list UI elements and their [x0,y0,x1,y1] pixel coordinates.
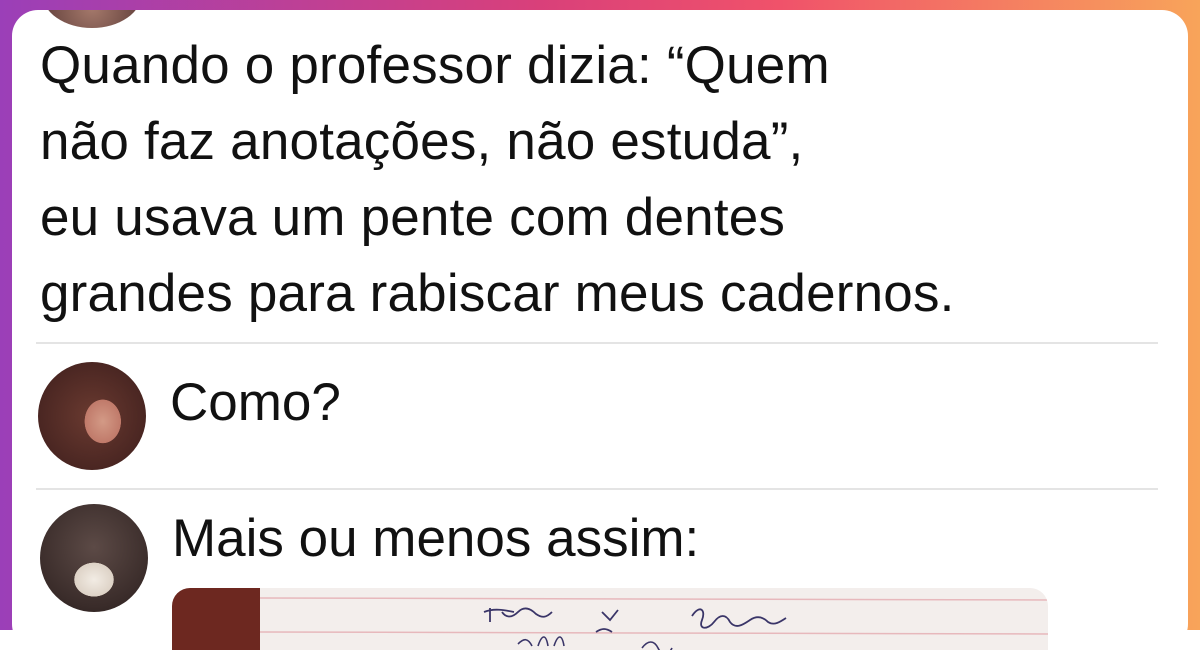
commenter-avatar[interactable] [38,362,146,470]
divider [36,342,1158,344]
scribble-lines [259,597,1048,650]
post-text: Quando o professor dizia: “Quem não faz … [40,28,955,332]
post-text-line: não faz anotações, não estuda”, [40,112,804,171]
notebook-photo[interactable] [172,588,1048,650]
author-avatar[interactable] [42,10,142,28]
divider [36,488,1158,490]
post-text-line: Quando o professor dizia: “Quem [40,36,830,95]
comment-text: Mais ou menos assim: [172,509,700,568]
post-text-line: eu usava um pente com dentes [40,188,786,247]
post-text-line: grandes para rabiscar meus cadernos. [40,264,955,323]
commenter-avatar[interactable] [40,504,148,612]
post-card: Quando o professor dizia: “Quem não faz … [12,10,1188,650]
comment-text: Como? [170,373,341,432]
